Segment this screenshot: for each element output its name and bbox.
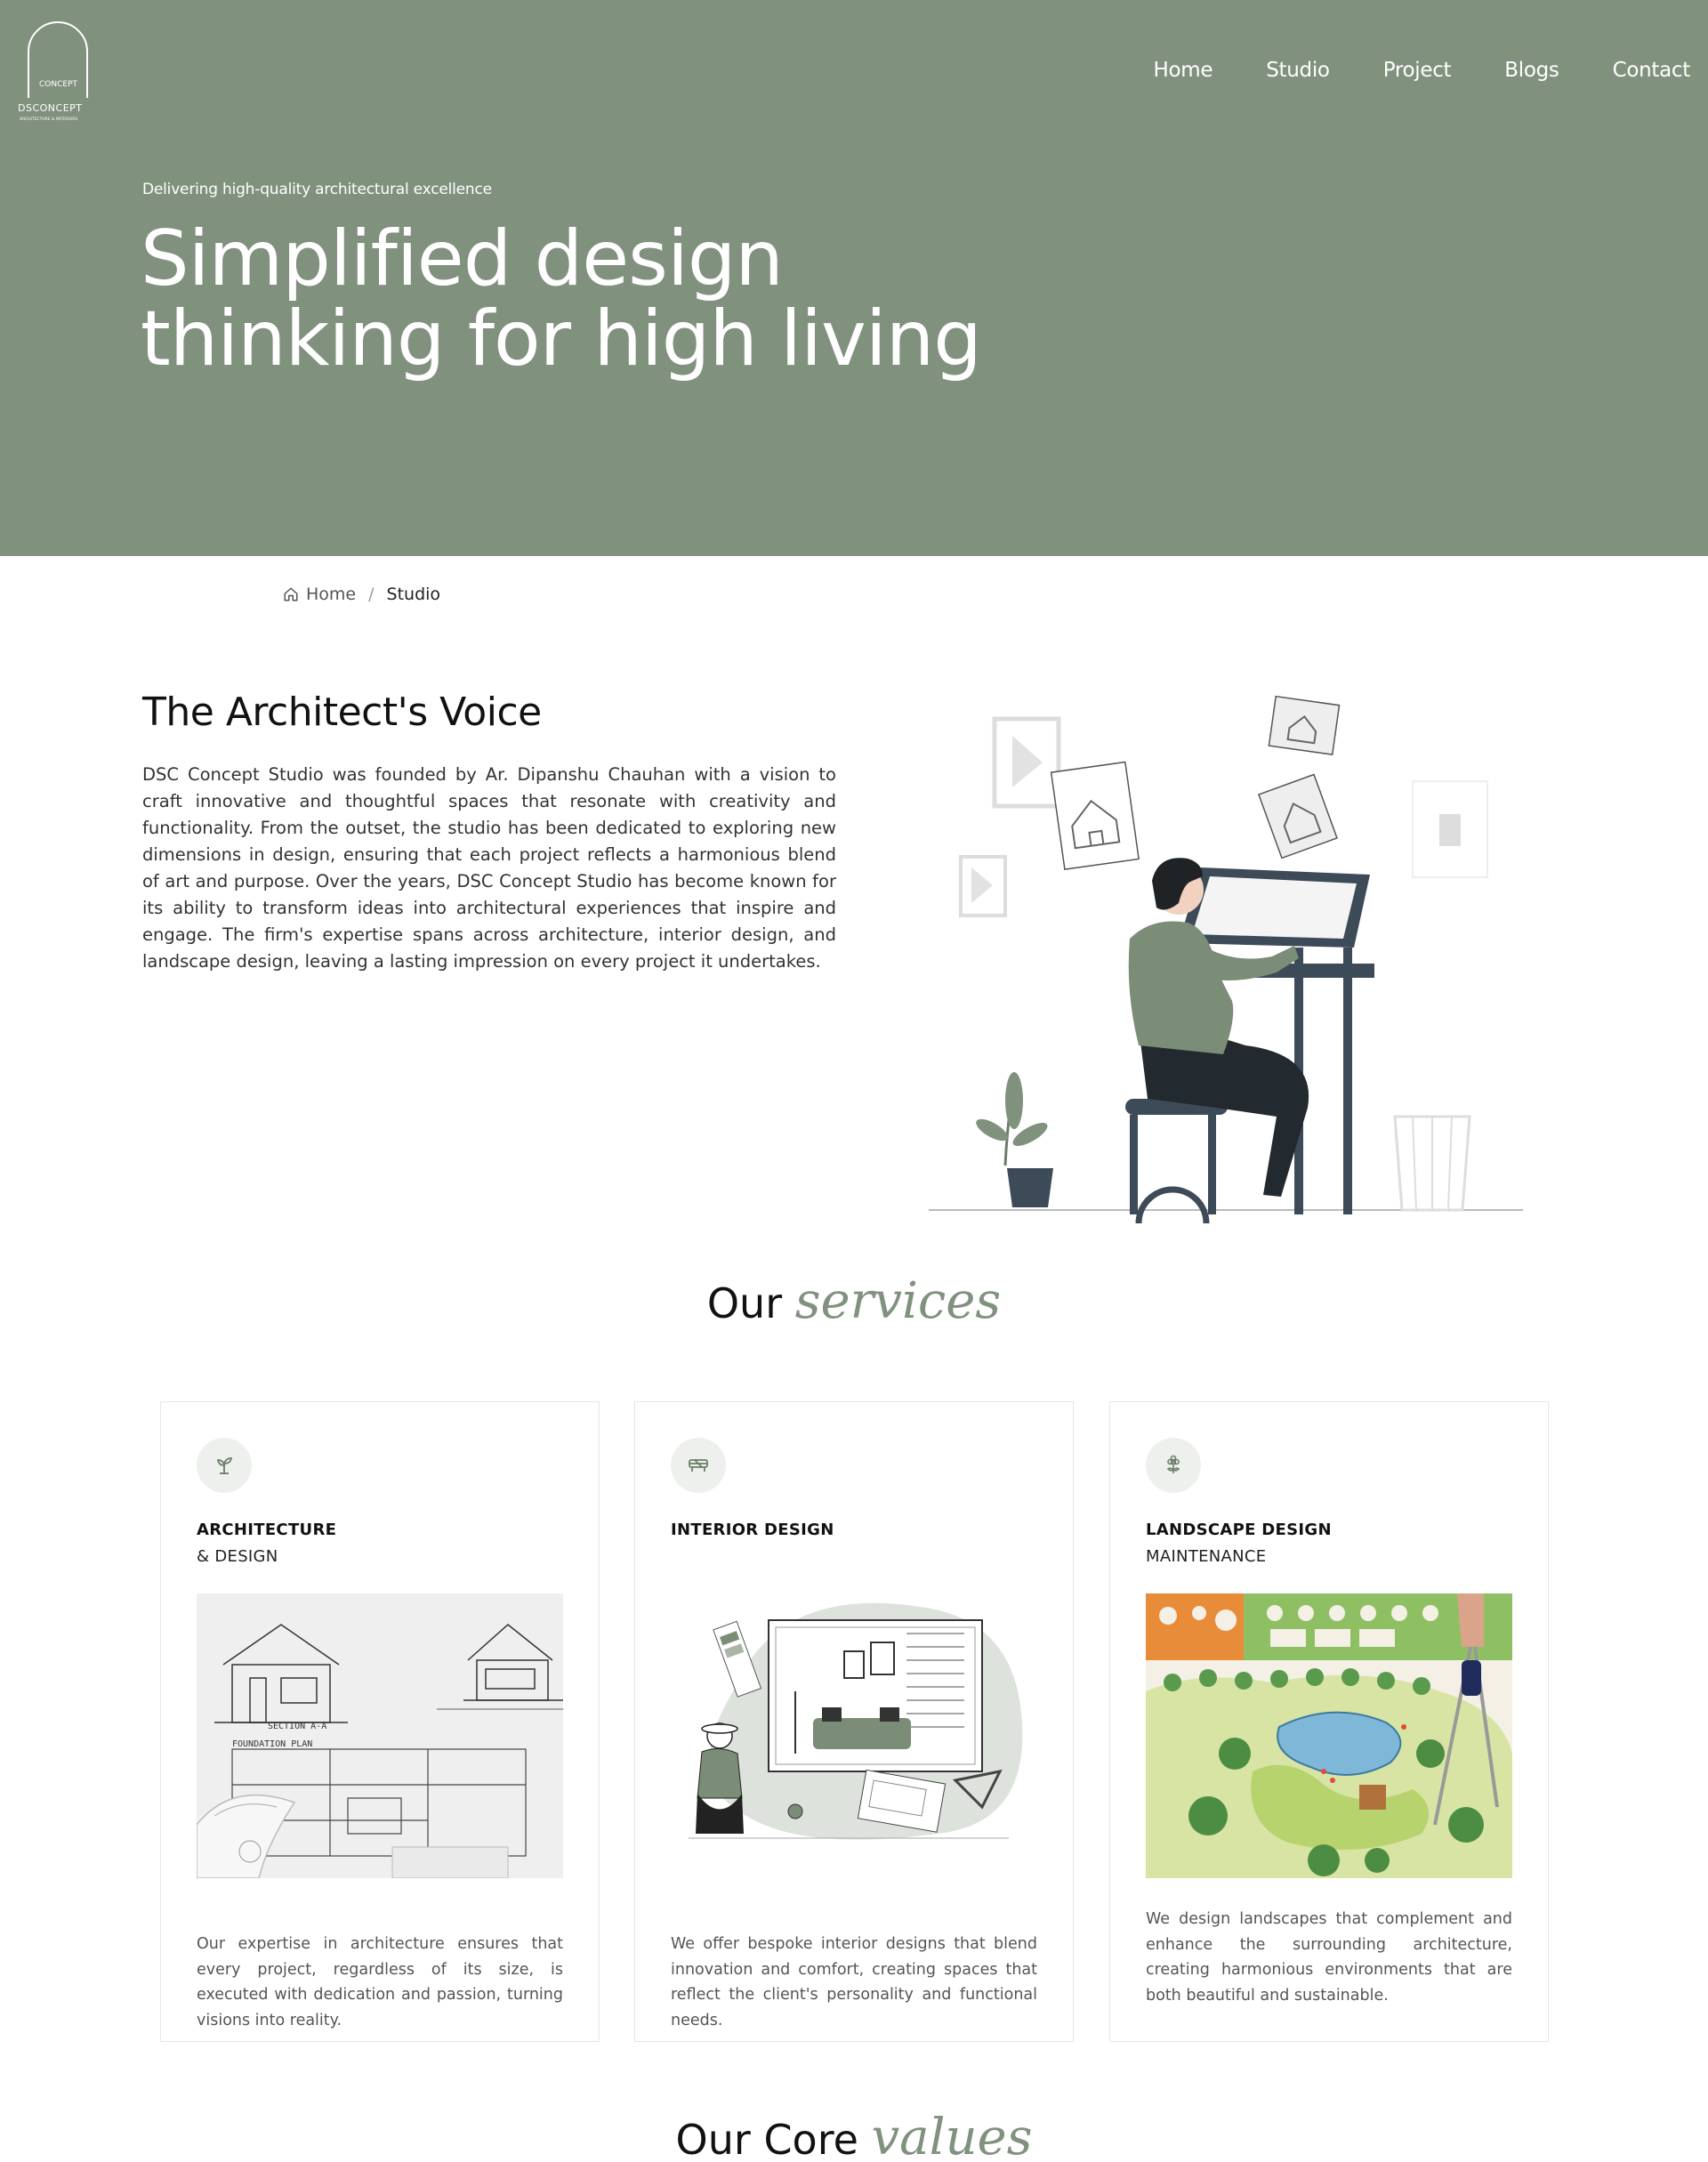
- service-card-interior[interactable]: INTERIOR DESIGN We offer bespoke interio…: [634, 1401, 1074, 2042]
- service-card-landscape[interactable]: LANDSCAPE DESIGN MAINTENANCE We design l…: [1109, 1401, 1549, 2042]
- hero-section: CONCEPT DSCONCEPT ARCHITECTURE & INTERIO…: [0, 0, 1708, 556]
- nav-project[interactable]: Project: [1357, 59, 1478, 82]
- logo-brand-text: DSCONCEPT: [18, 102, 83, 114]
- nav-studio[interactable]: Studio: [1239, 59, 1356, 82]
- architect-illustration: [925, 681, 1530, 1224]
- hero-title-line2: thinking for high living: [141, 294, 982, 383]
- values-heading-accent: values: [871, 2109, 1033, 2162]
- sofa-icon: [671, 1438, 726, 1493]
- landscape-plan-image: [1146, 1593, 1512, 1878]
- blueprint-label-plan: FOUNDATION PLAN: [232, 1739, 312, 1749]
- values-heading-plain: Our Core: [675, 2116, 858, 2162]
- values-heading: Our Core values: [0, 2109, 1708, 2162]
- site-logo[interactable]: CONCEPT DSCONCEPT ARCHITECTURE & INTERIO…: [16, 16, 105, 125]
- nav-blogs[interactable]: Blogs: [1478, 59, 1585, 82]
- service-description: Our expertise in architecture ensures th…: [197, 1935, 563, 2029]
- blueprint-label-section: SECTION A-A: [268, 1722, 326, 1731]
- services-heading-plain: Our: [706, 1279, 783, 1327]
- architecture-blueprint-image: SECTION A-A FOUNDATION PLAN: [197, 1593, 563, 1878]
- logo-tagline-text: ARCHITECTURE & INTERIORS: [20, 117, 77, 122]
- service-title: ARCHITECTURE: [197, 1521, 337, 1539]
- interior-design-image: [671, 1593, 1037, 1878]
- service-title: INTERIOR DESIGN: [671, 1521, 834, 1539]
- service-card-architecture[interactable]: ARCHITECTURE & DESIGN SECTION A-A FOUNDA…: [160, 1401, 600, 2042]
- home-icon: [284, 587, 298, 601]
- hero-kicker: Delivering high-quality architectural ex…: [142, 181, 492, 198]
- logo-concept-text: CONCEPT: [39, 80, 77, 89]
- services-heading: Our services: [0, 1272, 1708, 1330]
- services-heading-accent: services: [794, 1272, 1002, 1330]
- breadcrumb-home-label: Home: [306, 585, 357, 604]
- nav-home[interactable]: Home: [1126, 59, 1239, 82]
- about-title: The Architect's Voice: [142, 690, 542, 735]
- hero-title: Simplified design thinking for high livi…: [141, 219, 1119, 379]
- breadcrumb: Home / Studio: [283, 585, 440, 604]
- hero-title-line1: Simplified design: [141, 214, 784, 303]
- service-description: We offer bespoke interior designs that b…: [671, 1935, 1037, 2029]
- breadcrumb-current: Studio: [386, 585, 441, 604]
- service-subtitle: & DESIGN: [197, 1547, 278, 1566]
- main-nav: Home Studio Project Blogs Contact: [1126, 59, 1690, 82]
- nav-contact[interactable]: Contact: [1586, 59, 1691, 82]
- breadcrumb-home-link[interactable]: Home: [283, 585, 356, 604]
- breadcrumb-separator: /: [368, 585, 375, 604]
- service-description: We design landscapes that complement and…: [1146, 1910, 1512, 2005]
- about-text: DSC Concept Studio was founded by Ar. Di…: [142, 764, 836, 972]
- service-title: LANDSCAPE DESIGN: [1146, 1521, 1332, 1539]
- logo-arch-icon: CONCEPT DSCONCEPT ARCHITECTURE & INTERIO…: [18, 21, 88, 122]
- service-subtitle: MAINTENANCE: [1146, 1547, 1267, 1566]
- sprout-icon: [197, 1438, 252, 1493]
- flower-icon: [1146, 1438, 1201, 1493]
